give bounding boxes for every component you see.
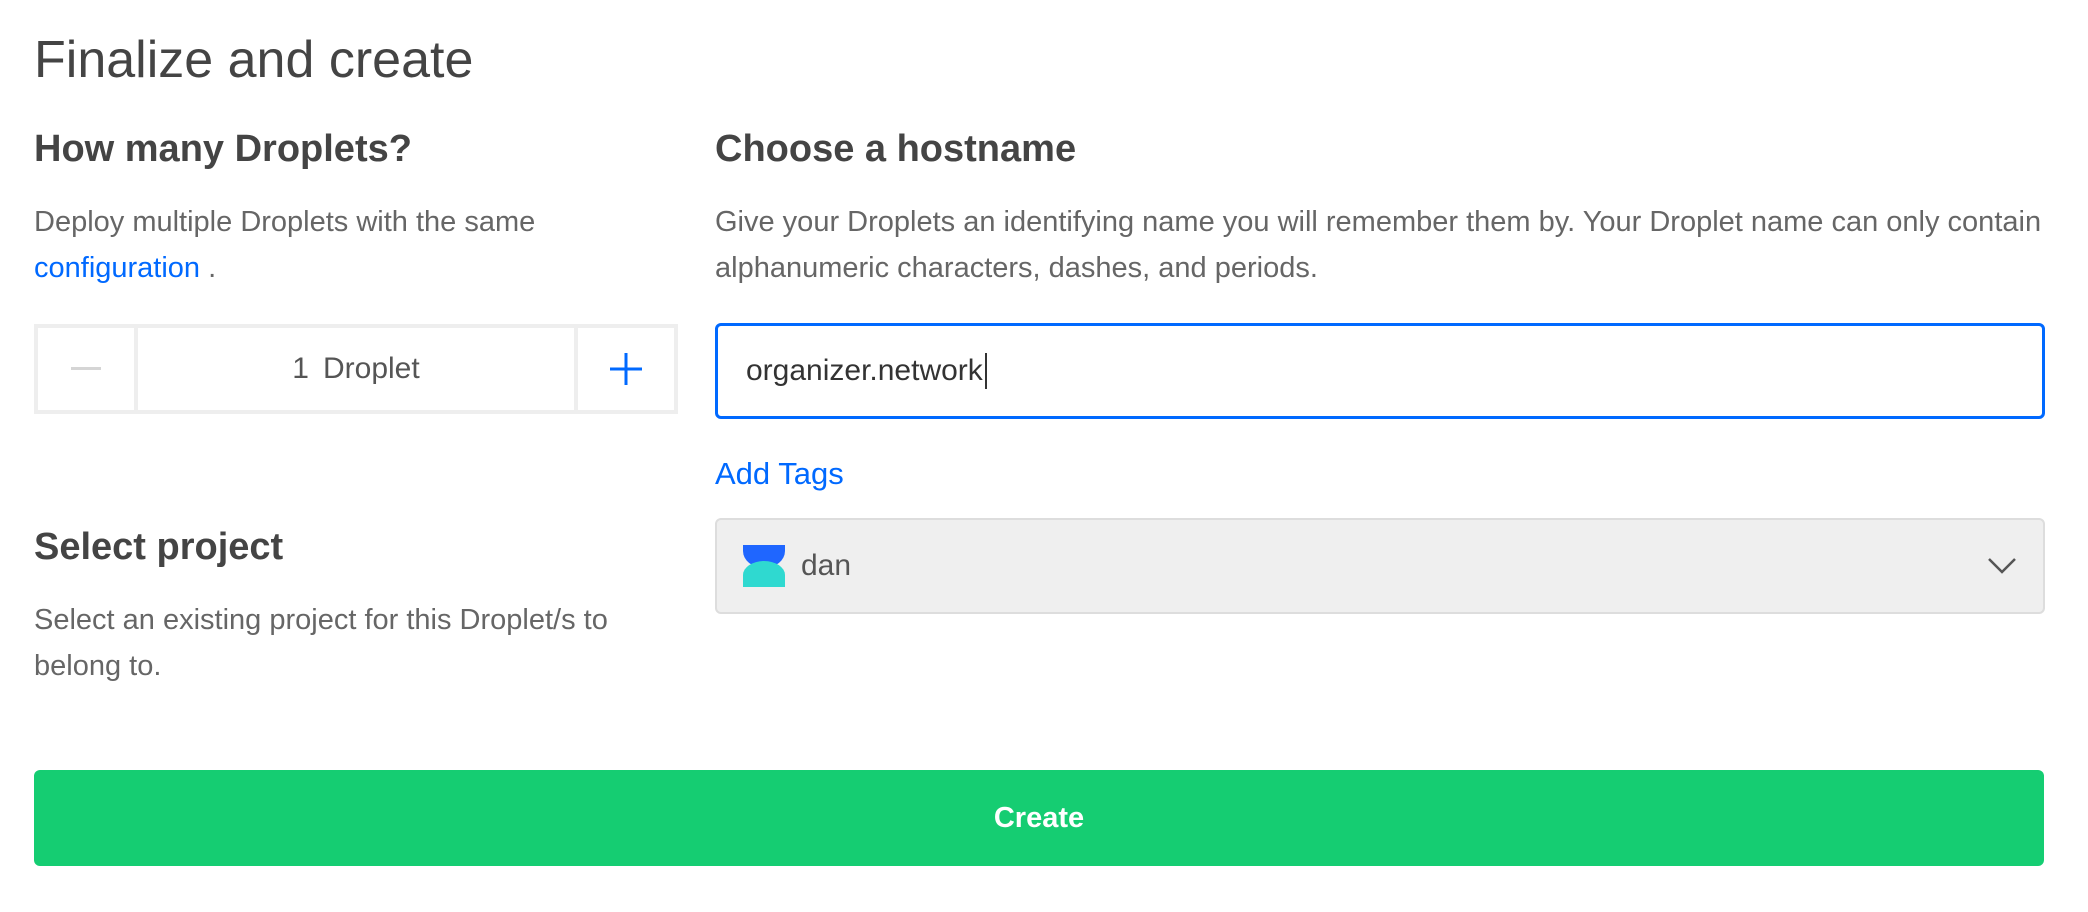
decrement-button[interactable] [38,328,138,410]
droplets-heading: How many Droplets? [34,128,412,170]
create-button[interactable]: Create [34,770,2044,866]
hostname-heading: Choose a hostname [715,128,1077,170]
selected-project-name: dan [801,549,852,582]
droplet-count-display: 1 Droplet [138,328,574,410]
chevron-down-icon [1988,558,2016,574]
droplets-description: Deploy multiple Droplets with the same c… [34,199,674,291]
increment-button[interactable] [574,328,674,410]
project-heading: Select project [34,526,284,568]
droplets-description-text: Deploy multiple Droplets with the same [34,206,536,238]
droplet-unit: Droplet [322,352,420,385]
configuration-link[interactable]: configuration [34,252,200,284]
page-title: Finalize and create [34,31,474,89]
droplet-count-stepper: 1 Droplet [34,324,678,414]
hostname-input[interactable]: organizer.network [715,323,2045,419]
hostname-description: Give your Droplets an identifying name y… [715,206,2042,284]
droplet-count: 1 [292,352,309,385]
project-select[interactable]: dan [715,518,2045,614]
droplets-description-suffix: . [208,252,217,284]
plus-icon [610,353,642,385]
hostname-value: organizer.network [746,354,983,387]
text-caret [984,353,987,389]
project-description: Select an existing project for this Drop… [34,604,608,682]
project-avatar-icon [743,545,785,587]
minus-icon [71,367,101,370]
add-tags-link[interactable]: Add Tags [715,456,844,492]
